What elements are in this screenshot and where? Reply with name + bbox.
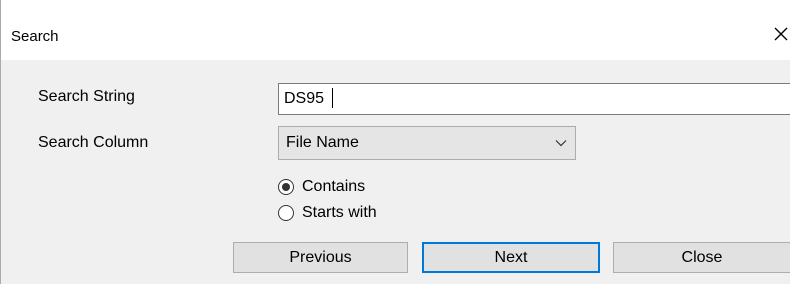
radio-contains-label: Contains (302, 178, 366, 195)
dialog-title: Search (11, 28, 59, 45)
text-caret (332, 88, 333, 108)
search-string-label: Search String (38, 88, 135, 105)
next-button[interactable]: Next (422, 242, 600, 273)
radio-dot (282, 183, 290, 191)
radio-unselected-icon[interactable] (278, 205, 294, 221)
close-button[interactable]: Close (613, 242, 790, 273)
search-column-value: File Name (286, 134, 359, 151)
search-column-select[interactable]: File Name (278, 126, 576, 160)
search-dialog: Search Search String Search Column File … (0, 0, 790, 284)
search-column-label: Search Column (38, 134, 149, 151)
radio-selected-icon[interactable] (278, 179, 294, 195)
radio-starts-with-label: Starts with (302, 204, 377, 221)
chevron-down-icon (555, 140, 567, 147)
search-string-input[interactable] (278, 83, 790, 115)
close-icon[interactable] (772, 25, 790, 43)
previous-button[interactable]: Previous (233, 242, 408, 273)
title-bar: Search (1, 0, 790, 60)
